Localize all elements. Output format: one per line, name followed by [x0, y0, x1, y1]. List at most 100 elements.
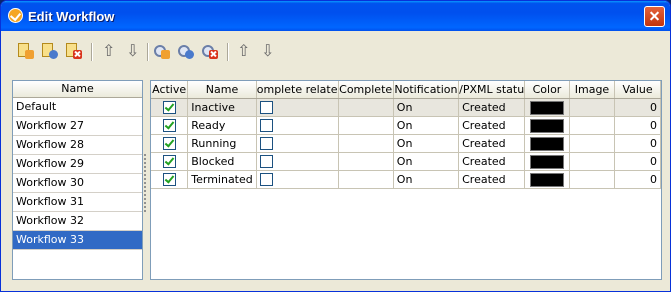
new-workflow-icon[interactable]: [15, 41, 35, 61]
complete-cell[interactable]: [338, 116, 394, 135]
notification-cell[interactable]: On: [393, 116, 460, 135]
notification-cell[interactable]: On: [393, 170, 460, 189]
color-swatch[interactable]: [530, 154, 564, 169]
column-header-complete[interactable]: Complete: [338, 81, 394, 99]
column-header-name[interactable]: Name: [187, 81, 257, 99]
table-row[interactable]: Running On Created 0: [151, 134, 661, 153]
active-cell[interactable]: [151, 134, 189, 153]
complete-related-checkbox[interactable]: [259, 137, 273, 151]
edit-workflow-window: Edit Workflow ⇧ ⇩ ⇧ ⇩ Name Default Workfl…: [0, 0, 671, 292]
active-checkbox[interactable]: [162, 101, 176, 115]
column-header-color[interactable]: Color: [524, 81, 570, 99]
image-cell[interactable]: [569, 170, 616, 189]
color-swatch[interactable]: [530, 136, 564, 151]
status-name-cell[interactable]: Running: [187, 134, 257, 153]
pxml-status-cell[interactable]: Created: [458, 134, 526, 153]
complete-related-checkbox[interactable]: [259, 173, 273, 187]
image-cell[interactable]: [569, 116, 616, 135]
column-header-value[interactable]: Value: [614, 81, 661, 99]
workflow-list-header[interactable]: Name: [13, 81, 142, 98]
complete-related-checkbox[interactable]: [259, 155, 273, 169]
column-header-image[interactable]: Image: [569, 81, 616, 99]
image-cell[interactable]: [569, 98, 616, 117]
column-header-notification[interactable]: Notification: [393, 81, 460, 99]
column-header-pxml-status[interactable]: /PXML statu: [458, 81, 526, 99]
pxml-status-cell[interactable]: Created: [458, 170, 526, 189]
table-row[interactable]: Inactive On Created 0: [151, 98, 661, 117]
value-cell[interactable]: 0: [614, 170, 661, 189]
column-header-complete-related[interactable]: omplete relate: [256, 81, 339, 99]
status-name-cell[interactable]: Terminated: [187, 170, 257, 189]
status-name-cell[interactable]: Inactive: [187, 98, 257, 117]
pxml-status-cell[interactable]: Created: [458, 98, 526, 117]
delete-status-icon[interactable]: [199, 41, 219, 61]
active-cell[interactable]: [151, 116, 189, 135]
color-cell[interactable]: [524, 170, 570, 189]
complete-cell[interactable]: [338, 134, 394, 153]
color-swatch[interactable]: [530, 172, 564, 187]
workflow-list-item[interactable]: Workflow 30: [13, 174, 142, 193]
notification-cell[interactable]: On: [393, 152, 460, 171]
move-down-icon[interactable]: ⇩: [120, 41, 140, 61]
active-cell[interactable]: [151, 170, 189, 189]
close-button[interactable]: [644, 6, 665, 27]
workflow-list-item[interactable]: Workflow 33: [13, 231, 142, 250]
workflow-list-item[interactable]: Workflow 27: [13, 117, 142, 136]
complete-related-cell[interactable]: [256, 116, 339, 135]
value-cell[interactable]: 0: [614, 98, 661, 117]
notification-cell[interactable]: On: [393, 134, 460, 153]
complete-related-cell[interactable]: [256, 98, 339, 117]
color-cell[interactable]: [524, 134, 570, 153]
active-cell[interactable]: [151, 98, 189, 117]
edit-status-icon[interactable]: [175, 41, 195, 61]
workflow-list-item[interactable]: Workflow 28: [13, 136, 142, 155]
color-swatch[interactable]: [530, 100, 564, 115]
column-header-active[interactable]: Active: [151, 81, 189, 99]
workflow-list-item[interactable]: Workflow 29: [13, 155, 142, 174]
table-row[interactable]: Terminated On Created 0: [151, 170, 661, 189]
table-row[interactable]: Blocked On Created 0: [151, 152, 661, 171]
pxml-status-cell[interactable]: Created: [458, 152, 526, 171]
delete-workflow-icon[interactable]: [63, 41, 83, 61]
status-up-icon[interactable]: ⇧: [231, 41, 251, 61]
workflow-list-item[interactable]: Default: [13, 98, 142, 117]
status-name-cell[interactable]: Blocked: [187, 152, 257, 171]
notification-cell[interactable]: On: [393, 98, 460, 117]
color-swatch[interactable]: [530, 118, 564, 133]
value-cell[interactable]: 0: [614, 152, 661, 171]
complete-cell[interactable]: [338, 98, 394, 117]
complete-related-checkbox[interactable]: [259, 101, 273, 115]
value-cell[interactable]: 0: [614, 134, 661, 153]
complete-related-cell[interactable]: [256, 152, 339, 171]
color-cell[interactable]: [524, 98, 570, 117]
image-cell[interactable]: [569, 134, 616, 153]
complete-related-cell[interactable]: [256, 170, 339, 189]
complete-related-cell[interactable]: [256, 134, 339, 153]
active-checkbox[interactable]: [162, 155, 176, 169]
workflow-list-item[interactable]: Workflow 32: [13, 212, 142, 231]
active-checkbox[interactable]: [162, 137, 176, 151]
active-cell[interactable]: [151, 152, 189, 171]
complete-related-checkbox[interactable]: [259, 119, 273, 133]
app-icon: [8, 8, 23, 23]
active-checkbox[interactable]: [162, 173, 176, 187]
splitter-handle[interactable]: [143, 153, 147, 213]
status-name-cell[interactable]: Ready: [187, 116, 257, 135]
value-cell[interactable]: 0: [614, 116, 661, 135]
new-status-icon[interactable]: [151, 41, 171, 61]
status-down-icon[interactable]: ⇩: [255, 41, 275, 61]
toolbar: ⇧ ⇩ ⇧ ⇩: [11, 37, 659, 67]
table-row[interactable]: Ready On Created 0: [151, 116, 661, 135]
color-cell[interactable]: [524, 152, 570, 171]
color-cell[interactable]: [524, 116, 570, 135]
status-table: Active Name omplete relate Complete Notifica…: [151, 81, 661, 189]
title-bar: Edit Workflow: [1, 1, 670, 31]
active-checkbox[interactable]: [162, 119, 176, 133]
complete-cell[interactable]: [338, 152, 394, 171]
edit-workflow-icon[interactable]: [39, 41, 59, 61]
move-up-icon[interactable]: ⇧: [96, 41, 116, 61]
image-cell[interactable]: [569, 152, 616, 171]
pxml-status-cell[interactable]: Created: [458, 116, 526, 135]
workflow-list-item[interactable]: Workflow 31: [13, 193, 142, 212]
complete-cell[interactable]: [338, 170, 394, 189]
